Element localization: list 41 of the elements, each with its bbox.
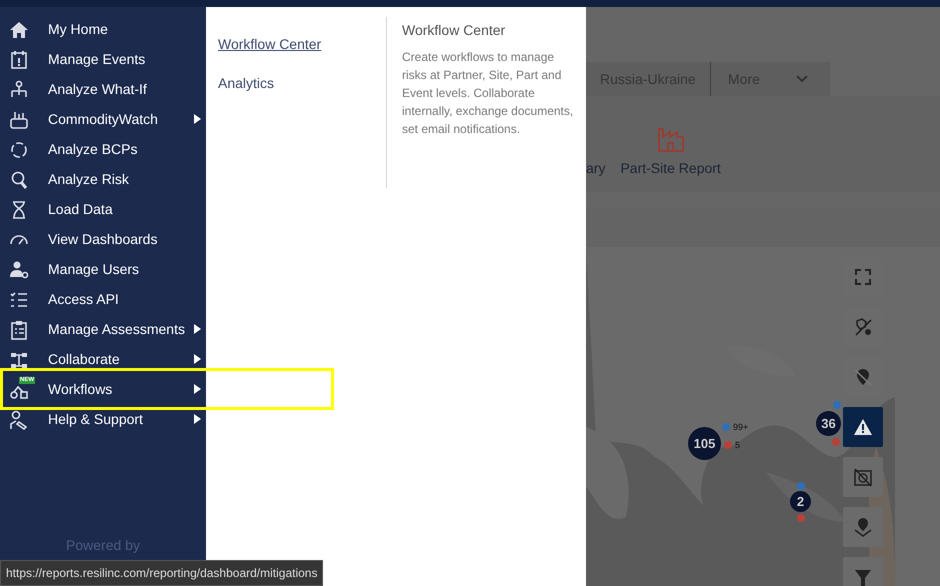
sidebar-item[interactable]: Manage Events [0, 44, 206, 74]
sidebar-item[interactable]: Manage Users [0, 254, 206, 284]
pin-count: 5 [735, 439, 740, 452]
fullscreen-icon [853, 267, 873, 287]
calendar-icon [9, 50, 29, 70]
chevron-down-icon [796, 75, 808, 83]
submenu-link[interactable]: Analytics [218, 73, 386, 94]
report-label: ary [586, 159, 606, 178]
cycle-icon [9, 140, 29, 160]
sidebar-item[interactable]: Analyze What-If [0, 74, 206, 104]
description-text: Create workflows to manage risks at Partner, Site, Part and Event levels. Collaborate internally, exchange documents, set email notifications. [402, 49, 574, 138]
warning-button[interactable] [843, 407, 883, 447]
sidebar-item[interactable]: Load Data [0, 194, 206, 224]
calendar-off-icon [853, 467, 873, 487]
url-tooltip: https://reports.resilinc.com/reporting/dashboard/mitigations [0, 560, 324, 586]
sidebar-item[interactable]: Analyze BCPs [0, 134, 206, 164]
sidebar-item[interactable]: Collaborate [0, 344, 206, 374]
sidebar-item[interactable]: Help & Support [0, 404, 206, 434]
user-gear-icon [9, 260, 29, 280]
download-pin-button[interactable] [843, 507, 883, 547]
warning-icon [853, 417, 873, 437]
submenu-link[interactable]: Workflow Center [218, 34, 386, 55]
clipboard-icon [9, 320, 29, 340]
download-pin-icon [853, 517, 873, 537]
filter-icon [853, 567, 873, 586]
calendar-off-button[interactable] [843, 457, 883, 497]
sidebar-item[interactable]: Analyze Risk [0, 164, 206, 194]
sidebar-item[interactable]: View Dashboards [0, 224, 206, 254]
sidebar-item[interactable]: Manage Assessments [0, 314, 206, 344]
sidebar-item[interactable]: Access API [0, 284, 206, 314]
search-icon [9, 170, 29, 190]
home-icon [9, 20, 29, 40]
pin-off-icon [853, 317, 873, 337]
sidebar-item[interactable]: CommodityWatch [0, 104, 206, 134]
description-title: Workflow Center [402, 21, 506, 40]
pin-count: 99+ [733, 421, 748, 434]
sidebar-item[interactable]: My Home [0, 14, 206, 44]
location-off-icon [853, 367, 873, 387]
filter-button[interactable] [843, 557, 883, 586]
factory-icon [658, 128, 684, 152]
org-chart-icon [9, 350, 29, 370]
